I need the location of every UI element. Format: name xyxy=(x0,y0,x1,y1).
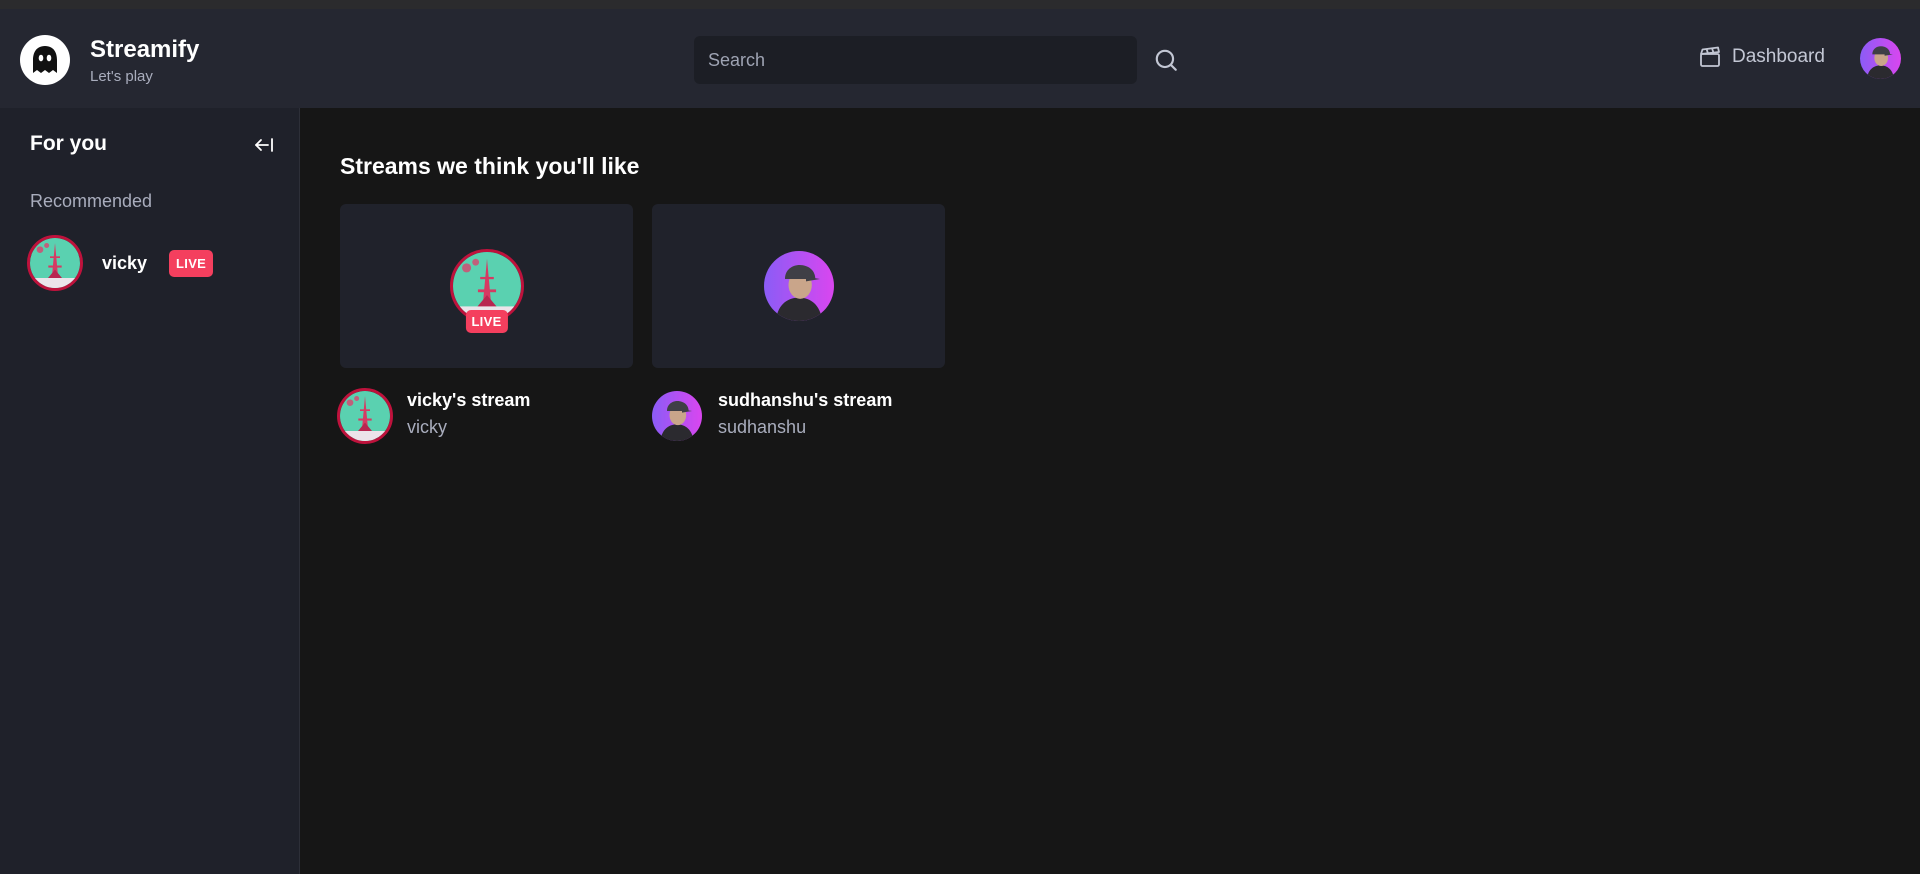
clapperboard-icon xyxy=(1700,46,1720,67)
user-avatar[interactable] xyxy=(1860,38,1901,79)
stream-title: sudhanshu's stream xyxy=(718,390,893,410)
dashboard-button[interactable]: Dashboard xyxy=(1698,45,1825,69)
avatar xyxy=(763,251,834,321)
sidebar-collapse-button[interactable] xyxy=(252,133,276,157)
stream-username: vicky xyxy=(407,417,447,437)
stream-card-vicky[interactable]: LIVE vicky's stream vicky xyxy=(337,204,633,444)
dashboard-label: Dashboard xyxy=(1732,46,1825,67)
search-button[interactable] xyxy=(1151,45,1181,75)
ghost-logo-icon xyxy=(20,35,70,85)
avatar xyxy=(652,391,702,441)
main-content: Streams we think you'll like LIVE vicky'… xyxy=(301,108,1920,874)
collapse-arrow-icon xyxy=(255,138,273,152)
avatar xyxy=(27,235,83,291)
brand-tagline: Let's play xyxy=(90,67,153,85)
sidebar-section-recommended: Recommended xyxy=(30,191,153,211)
brand-name: Streamify xyxy=(90,35,200,63)
stream-username: sudhanshu xyxy=(718,417,807,437)
sidebar-item-vicky[interactable]: vicky LIVE xyxy=(27,235,287,291)
sidebar-item-label: vicky xyxy=(102,252,148,273)
search-icon xyxy=(1155,49,1177,71)
avatar xyxy=(337,388,393,444)
sidebar-heading: For you xyxy=(30,132,107,155)
page-title: Streams we think you'll like xyxy=(340,153,640,179)
stream-card-sudhanshu[interactable]: sudhanshu's stream sudhanshu xyxy=(652,204,945,441)
stream-title: vicky's stream xyxy=(407,390,531,410)
stream-thumbnail: LIVE xyxy=(340,204,633,368)
live-badge: LIVE xyxy=(169,249,214,277)
search-input[interactable] xyxy=(694,36,1137,84)
navbar: Streamify Let's play Dashboard xyxy=(0,9,1920,108)
window-top-strip xyxy=(0,0,1920,9)
search-form xyxy=(694,36,1181,84)
sidebar: For you Recommended vicky LIVE xyxy=(0,108,300,874)
live-badge: LIVE xyxy=(465,310,508,333)
stream-thumbnail xyxy=(652,204,945,368)
brand-home-link[interactable]: Streamify Let's play xyxy=(20,35,199,85)
